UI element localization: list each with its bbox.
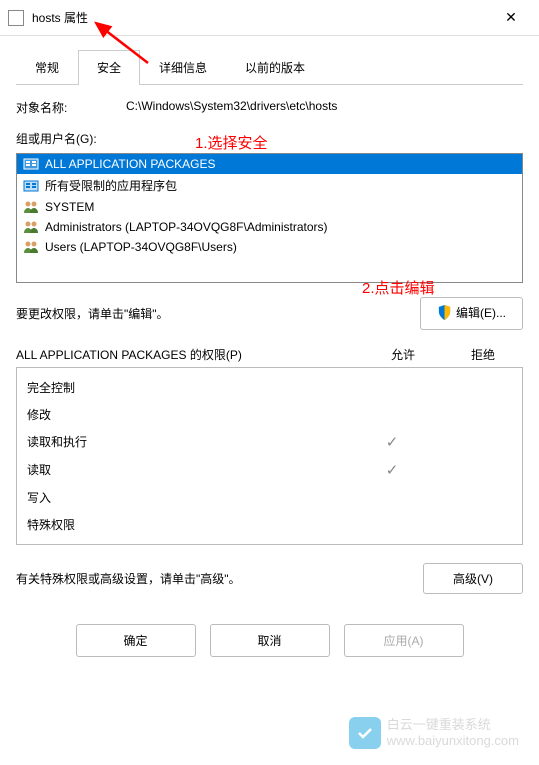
groups-label: 组或用户名(G): (16, 130, 523, 147)
list-item[interactable]: SYSTEM (17, 197, 522, 217)
watermark-icon (349, 717, 381, 749)
allow-check: ✓ (352, 461, 432, 479)
permission-row: 修改 (27, 401, 512, 428)
list-item-label: Users (LAPTOP-34OVQG8F\Users) (45, 240, 237, 254)
shield-icon (437, 305, 452, 323)
tabs: 常规 安全 详细信息 以前的版本 (16, 50, 523, 85)
tab-previous[interactable]: 以前的版本 (226, 50, 324, 84)
list-item[interactable]: Users (LAPTOP-34OVQG8F\Users) (17, 237, 522, 257)
file-icon (8, 10, 24, 26)
watermark: 白云一键重装系统 www.baiyunxitong.com (349, 717, 519, 749)
users-icon (23, 200, 39, 214)
list-item-label: Administrators (LAPTOP-34OVQG8F\Administ… (45, 220, 328, 234)
permission-row: 写入 (27, 484, 512, 511)
permission-label: 写入 (27, 489, 352, 506)
deny-column-header: 拒绝 (443, 346, 523, 363)
edit-button[interactable]: 编辑(E)... (420, 297, 523, 330)
package-icon (23, 179, 39, 193)
users-icon (23, 240, 39, 254)
permission-label: 修改 (27, 406, 352, 423)
permissions-box: 完全控制修改读取和执行✓读取✓写入特殊权限 (16, 367, 523, 545)
list-item[interactable]: 所有受限制的应用程序包 (17, 174, 522, 197)
advanced-button[interactable]: 高级(V) (423, 563, 523, 594)
package-icon (23, 157, 39, 171)
permission-row: 完全控制 (27, 374, 512, 401)
list-item-label: ALL APPLICATION PACKAGES (45, 157, 216, 171)
tab-general[interactable]: 常规 (16, 50, 78, 84)
close-button[interactable]: ✕ (491, 2, 531, 34)
list-item[interactable]: ALL APPLICATION PACKAGES (17, 154, 522, 174)
allow-column-header: 允许 (363, 346, 443, 363)
permission-label: 完全控制 (27, 379, 352, 396)
apply-button[interactable]: 应用(A) (344, 624, 464, 657)
permission-label: 特殊权限 (27, 516, 352, 533)
tab-security[interactable]: 安全 (78, 50, 140, 85)
permissions-title: ALL APPLICATION PACKAGES 的权限(P) (16, 346, 363, 363)
ok-button[interactable]: 确定 (76, 624, 196, 657)
tab-details[interactable]: 详细信息 (140, 50, 226, 84)
list-item[interactable]: Administrators (LAPTOP-34OVQG8F\Administ… (17, 217, 522, 237)
list-item-label: 所有受限制的应用程序包 (45, 177, 177, 194)
advanced-hint-text: 有关特殊权限或高级设置，请单击"高级"。 (16, 570, 423, 587)
permission-row: 读取✓ (27, 456, 512, 484)
window-title: hosts 属性 (32, 9, 491, 26)
permission-row: 读取和执行✓ (27, 428, 512, 456)
permission-row: 特殊权限 (27, 511, 512, 538)
object-name-label: 对象名称: (16, 99, 126, 116)
permission-label: 读取 (27, 461, 352, 478)
cancel-button[interactable]: 取消 (210, 624, 330, 657)
groups-listbox[interactable]: ALL APPLICATION PACKAGES 所有受限制的应用程序包 SYSTE… (16, 153, 523, 283)
edit-hint-text: 要更改权限，请单击"编辑"。 (16, 305, 420, 322)
permission-label: 读取和执行 (27, 433, 352, 450)
users-icon (23, 220, 39, 234)
allow-check: ✓ (352, 433, 432, 451)
object-name-value: C:\Windows\System32\drivers\etc\hosts (126, 99, 523, 113)
list-item-label: SYSTEM (45, 200, 94, 214)
